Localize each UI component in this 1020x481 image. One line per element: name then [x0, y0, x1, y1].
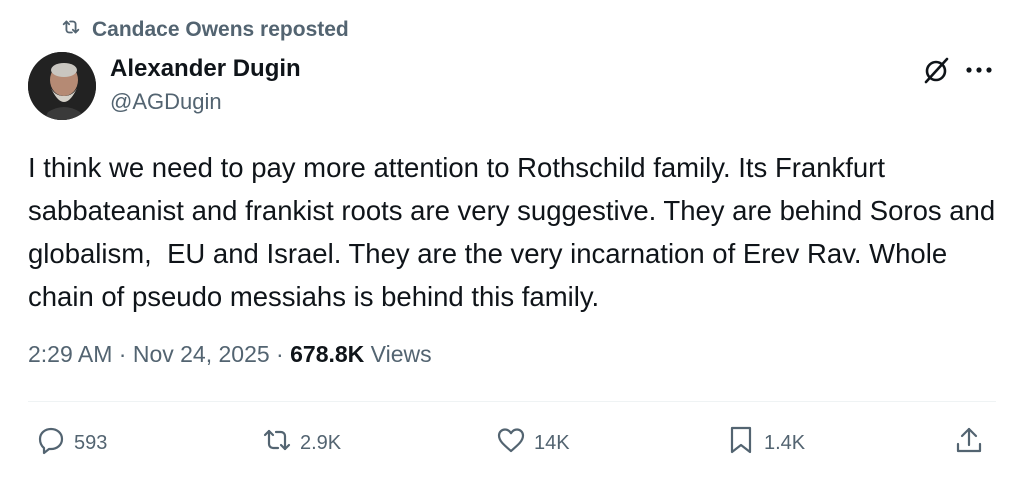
divider [28, 401, 996, 402]
repost-icon [60, 16, 82, 44]
repost-action-icon [262, 425, 292, 461]
tweet-time[interactable]: 2:29 AM [28, 341, 112, 368]
reply-count: 593 [74, 431, 108, 454]
tweet-metadata: 2:29 AM · Nov 24, 2025 · 678.8K Views [28, 338, 432, 370]
heart-icon [496, 425, 526, 461]
tweet-text: I think we need to pay more attention to… [28, 152, 1003, 312]
bookmark-icon [726, 425, 756, 461]
meta-separator: · [112, 340, 133, 367]
bookmark-count: 1.4K [764, 431, 806, 454]
repost-button[interactable]: 2.9K [262, 424, 341, 462]
repost-indicator[interactable]: Candace Owens reposted [60, 14, 349, 46]
avatar[interactable] [28, 52, 96, 120]
author-handle[interactable]: @AGDugin [110, 88, 222, 116]
like-button[interactable]: 14K [496, 424, 570, 462]
repost-count: 2.9K [300, 431, 342, 454]
bookmark-button[interactable]: 1.4K [726, 424, 805, 462]
views-count: 678.8K [290, 340, 365, 367]
reply-icon [36, 425, 66, 461]
meta-separator: · [269, 340, 291, 367]
share-button[interactable] [954, 424, 984, 462]
tweet-date[interactable]: Nov 24, 2025 [133, 341, 270, 368]
like-count: 14K [534, 431, 570, 454]
grok-icon[interactable] [920, 54, 952, 86]
author-name[interactable]: Alexander Dugin [110, 54, 301, 84]
more-options-icon[interactable] [962, 56, 996, 84]
views-label: Views [364, 340, 432, 367]
reply-button[interactable]: 593 [36, 424, 107, 462]
share-icon [954, 425, 984, 461]
repost-text: Candace Owens reposted [92, 18, 349, 41]
